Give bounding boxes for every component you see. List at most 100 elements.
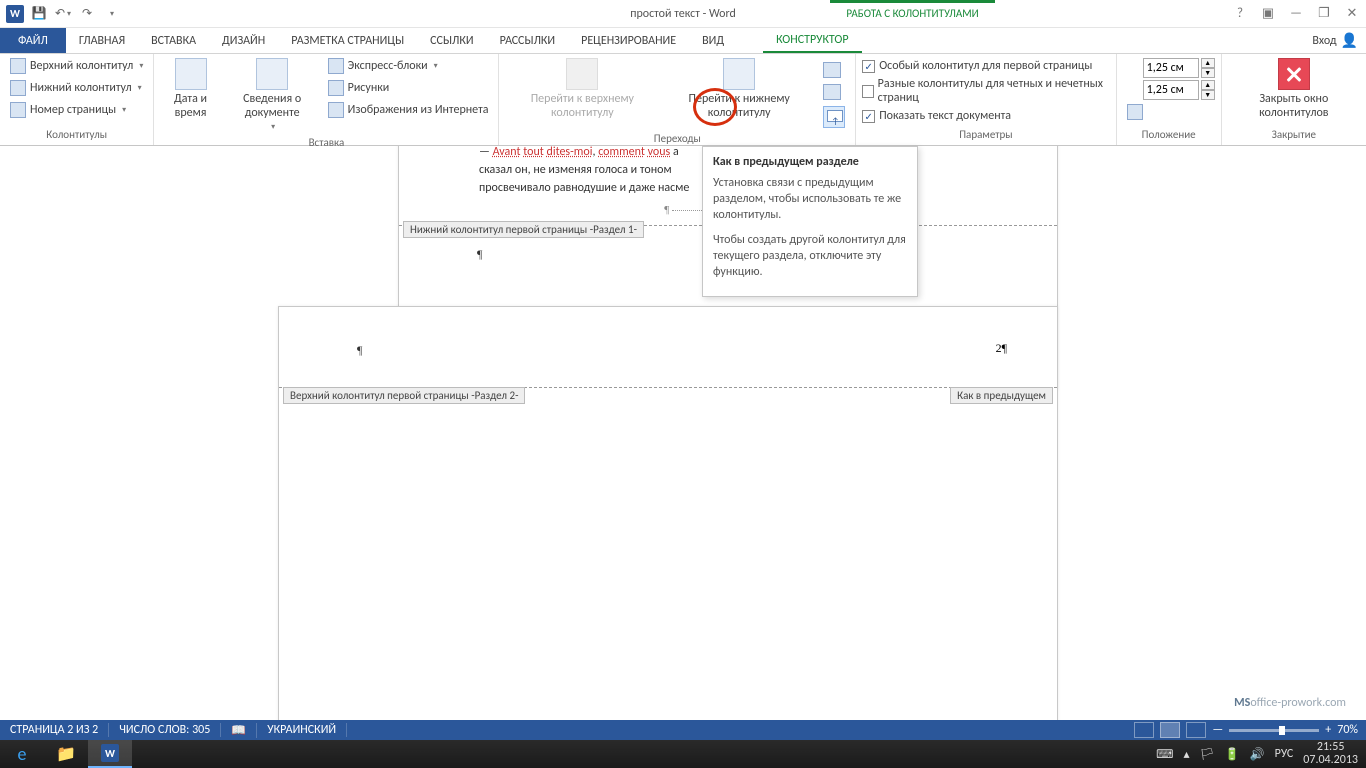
group-position: ▲▼ ▲▼ Положение — [1117, 54, 1222, 145]
close-header-footer-button[interactable]: Закрыть окно колонтитулов — [1228, 56, 1360, 122]
tab-insert[interactable]: ВСТАВКА — [138, 28, 209, 53]
prev-icon — [823, 62, 841, 78]
taskbar: e 📁 W ⌨ ▴ 🏳 🔋 🔊 РУС 21:5507.04.2013 — [0, 740, 1366, 768]
tooltip-body-2: Чтобы создать другой колонтитул для теку… — [713, 232, 907, 281]
tooltip-link-to-previous: Как в предыдущем разделе Установка связи… — [702, 146, 918, 297]
taskbar-explorer-icon[interactable]: 📁 — [44, 740, 88, 768]
tray-power-icon[interactable]: 🔋 — [1225, 747, 1240, 762]
next-section-button[interactable] — [819, 82, 849, 102]
goto-footer-icon — [723, 58, 755, 90]
title-bar: W 💾 ↶▾ ↷ ▾ простой текст - Word РАБОТА С… — [0, 0, 1366, 28]
tray-volume-icon[interactable]: 🔊 — [1250, 747, 1265, 762]
goto-footer-button[interactable]: Перейти к нижнему колонтитулу — [663, 56, 815, 122]
footer-button[interactable]: Нижний колонтитул▾ — [6, 78, 147, 98]
paragraph-mark: ¶ — [477, 247, 482, 262]
system-tray: ⌨ ▴ 🏳 🔋 🔊 РУС 21:5507.04.2013 — [1156, 741, 1366, 767]
document-info-icon — [256, 58, 288, 90]
window-controls: ? ▣ — ❐ ✕ — [1230, 6, 1362, 21]
minimize-icon[interactable]: — — [1286, 6, 1306, 21]
tab-layout[interactable]: РАЗМЕТКА СТРАНИЦЫ — [278, 28, 417, 53]
header-from-top-input[interactable]: ▲▼ — [1123, 58, 1215, 78]
ribbon-options-icon[interactable]: ▣ — [1258, 6, 1278, 21]
ribbon: Верхний колонтитул▾ Нижний колонтитул▾ Н… — [0, 54, 1366, 146]
tooltip-title: Как в предыдущем разделе — [713, 155, 907, 169]
insert-alignment-tab-button[interactable] — [1123, 102, 1215, 122]
page-number-button[interactable]: Номер страницы▾ — [6, 100, 147, 120]
tab-mailings[interactable]: РАССЫЛКИ — [487, 28, 569, 53]
status-page[interactable]: СТРАНИЦА 2 ИЗ 2 — [0, 723, 109, 737]
save-icon[interactable]: 💾 — [28, 3, 50, 25]
different-odd-even-checkbox[interactable]: Разные колонтитулы для четных и нечетных… — [862, 76, 1109, 106]
zoom-in-button[interactable]: + — [1325, 723, 1331, 737]
group-options: ✓Особый колонтитул для первой страницы Р… — [856, 54, 1116, 145]
tooltip-body-1: Установка связи с предыдущим разделом, ч… — [713, 175, 907, 224]
tray-keyboard-icon[interactable]: ⌨ — [1156, 747, 1173, 762]
contextual-tab-label: РАБОТА С КОЛОНТИТУЛАМИ — [830, 0, 995, 28]
next-icon — [823, 84, 841, 100]
undo-icon[interactable]: ↶▾ — [52, 3, 74, 25]
previous-section-button[interactable] — [819, 60, 849, 80]
view-web-layout-icon[interactable] — [1186, 722, 1206, 738]
status-language[interactable]: УКРАИНСКИЙ — [257, 723, 347, 737]
document-area[interactable]: — Avant tout dites-moi, comment vous a с… — [0, 146, 1366, 720]
calendar-icon — [175, 58, 207, 90]
footer-from-bottom-input[interactable]: ▲▼ — [1123, 80, 1215, 100]
taskbar-ie-icon[interactable]: e — [0, 740, 44, 768]
header-tag-section2: Верхний колонтитул первой страницы -Разд… — [283, 387, 525, 404]
group-insert: Дата и время Сведения о документе▾ Экспр… — [154, 54, 499, 145]
document-info-button[interactable]: Сведения о документе▾ — [225, 56, 320, 134]
date-time-button[interactable]: Дата и время — [160, 56, 220, 122]
word-app-icon[interactable]: W — [4, 3, 26, 25]
qat-customize-icon[interactable]: ▾ — [100, 3, 122, 25]
footer-tag-section1: Нижний колонтитул первой страницы -Разде… — [403, 221, 644, 238]
tab-file[interactable]: ФАЙЛ — [0, 28, 66, 53]
zoom-out-button[interactable]: — — [1212, 723, 1223, 737]
restore-icon[interactable]: ❐ — [1314, 6, 1334, 21]
close-icon[interactable]: ✕ — [1342, 6, 1362, 21]
status-word-count[interactable]: ЧИСЛО СЛОВ: 305 — [109, 723, 221, 737]
tray-chevron-icon[interactable]: ▴ — [1183, 747, 1189, 762]
window-title: простой текст - Word — [630, 7, 736, 21]
quick-access-toolbar: W 💾 ↶▾ ↷ ▾ — [0, 3, 122, 25]
page-number-field: 2¶ — [996, 341, 1007, 356]
status-bar: СТРАНИЦА 2 ИЗ 2 ЧИСЛО СЛОВ: 305 📖 УКРАИН… — [0, 720, 1366, 740]
show-document-text-checkbox[interactable]: ✓Показать текст документа — [862, 108, 1109, 124]
tab-references[interactable]: ССЫЛКИ — [417, 28, 486, 53]
page-number-icon — [10, 102, 26, 118]
quick-parts-button[interactable]: Экспресс-блоки▾ — [324, 56, 493, 76]
zoom-level[interactable]: 70% — [1337, 723, 1358, 737]
status-spellcheck-icon[interactable]: 📖 — [221, 723, 257, 738]
signin-link[interactable]: Вход 👤 — [1312, 32, 1358, 49]
zoom-slider[interactable] — [1229, 729, 1319, 732]
quick-parts-icon — [328, 58, 344, 74]
online-pictures-button[interactable]: Изображения из Интернета — [324, 100, 493, 120]
header-button[interactable]: Верхний колонтитул▾ — [6, 56, 147, 76]
watermark: MSoffice-prowork.com — [1234, 685, 1346, 712]
tray-language[interactable]: РУС — [1275, 747, 1294, 761]
group-navigation: Перейти к верхнему колонтитулу Перейти к… — [499, 54, 856, 145]
tab-view[interactable]: ВИД — [689, 28, 737, 53]
close-x-icon — [1278, 58, 1310, 90]
group-close: Закрыть окно колонтитулов Закрытие — [1222, 54, 1366, 145]
help-icon[interactable]: ? — [1230, 6, 1250, 21]
tab-design[interactable]: ДИЗАЙН — [209, 28, 278, 53]
globe-icon — [328, 102, 344, 118]
pictures-button[interactable]: Рисунки — [324, 78, 493, 98]
header-icon — [10, 58, 26, 74]
view-read-mode-icon[interactable] — [1134, 722, 1154, 738]
view-print-layout-icon[interactable] — [1160, 722, 1180, 738]
redo-icon[interactable]: ↷ — [76, 3, 98, 25]
taskbar-word-icon[interactable]: W — [88, 740, 132, 768]
link-to-previous-button[interactable] — [819, 104, 849, 130]
tab-review[interactable]: РЕЦЕНЗИРОВАНИЕ — [568, 28, 689, 53]
tray-clock[interactable]: 21:5507.04.2013 — [1303, 741, 1358, 767]
tray-flag-icon[interactable]: 🏳 — [1200, 747, 1215, 762]
tab-home[interactable]: ГЛАВНАЯ — [66, 28, 138, 53]
tab-designer[interactable]: КОНСТРУКТОР — [763, 28, 861, 53]
link-previous-icon — [823, 106, 845, 128]
different-first-page-checkbox[interactable]: ✓Особый колонтитул для первой страницы — [862, 58, 1109, 74]
same-as-previous-tag: Как в предыдущем — [950, 387, 1053, 404]
paragraph-mark: ¶ — [357, 343, 362, 358]
group-headers-footers: Верхний колонтитул▾ Нижний колонтитул▾ Н… — [0, 54, 154, 145]
goto-header-button: Перейти к верхнему колонтитулу — [505, 56, 659, 122]
